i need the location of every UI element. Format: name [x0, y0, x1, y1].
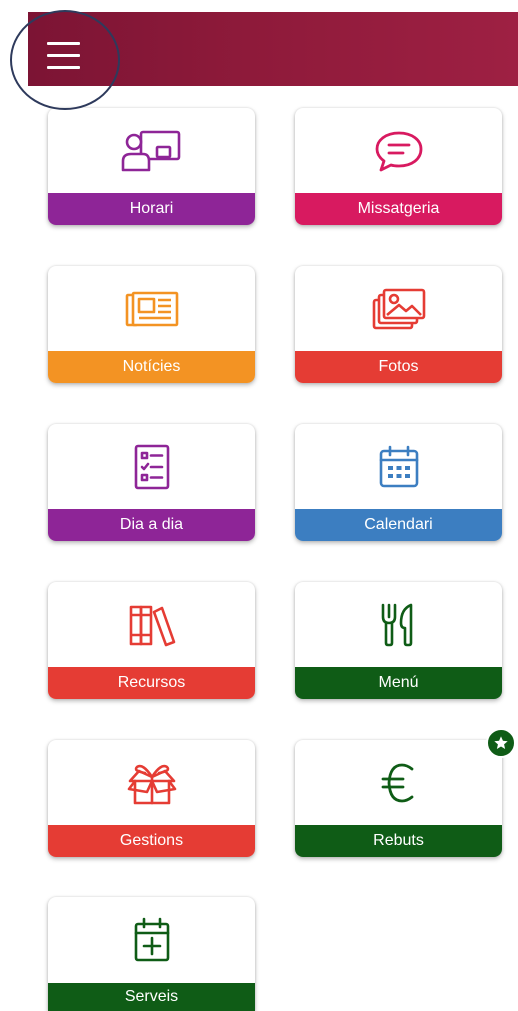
- checklist-icon: [48, 442, 255, 492]
- tile-label: Calendari: [295, 509, 502, 541]
- star-icon: [494, 736, 508, 749]
- tile-label: Dia a dia: [48, 509, 255, 541]
- gift-box-icon: [48, 758, 255, 808]
- tile-label: Fotos: [295, 351, 502, 383]
- tile-rebuts[interactable]: Rebuts: [295, 740, 502, 857]
- tile-menu[interactable]: Menú: [295, 582, 502, 699]
- tile-label: Gestions: [48, 825, 255, 857]
- chat-bubble-icon: [295, 126, 502, 176]
- tile-label: Menú: [295, 667, 502, 699]
- books-icon: [48, 600, 255, 650]
- tile-fotos[interactable]: Fotos: [295, 266, 502, 383]
- newspaper-icon: [48, 284, 255, 334]
- hamburger-menu-icon: [47, 42, 80, 45]
- tile-label: Notícies: [48, 351, 255, 383]
- euro-icon: [295, 758, 502, 808]
- cutlery-icon: [295, 600, 502, 650]
- tile-gestions[interactable]: Gestions: [48, 740, 255, 857]
- tile-recursos[interactable]: Recursos: [48, 582, 255, 699]
- tile-label: Serveis: [48, 983, 255, 1011]
- calendar-icon: [295, 442, 502, 492]
- hamburger-line: [47, 66, 80, 69]
- tile-label: Rebuts: [295, 825, 502, 857]
- menu-button[interactable]: [44, 38, 86, 74]
- favorite-badge[interactable]: [486, 728, 516, 758]
- tile-missatgeria[interactable]: Missatgeria: [295, 108, 502, 225]
- tile-horari[interactable]: Horari: [48, 108, 255, 225]
- tile-serveis[interactable]: Serveis: [48, 897, 255, 1011]
- tile-label: Missatgeria: [295, 193, 502, 225]
- calendar-add-icon: [48, 915, 255, 965]
- tile-calendari[interactable]: Calendari: [295, 424, 502, 541]
- tile-label: Recursos: [48, 667, 255, 699]
- tile-label: Horari: [48, 193, 255, 225]
- tile-noticies[interactable]: Notícies: [48, 266, 255, 383]
- schedule-presenter-icon: [48, 126, 255, 176]
- hamburger-line: [47, 54, 80, 57]
- photo-gallery-icon: [295, 284, 502, 334]
- tile-dia-a-dia[interactable]: Dia a dia: [48, 424, 255, 541]
